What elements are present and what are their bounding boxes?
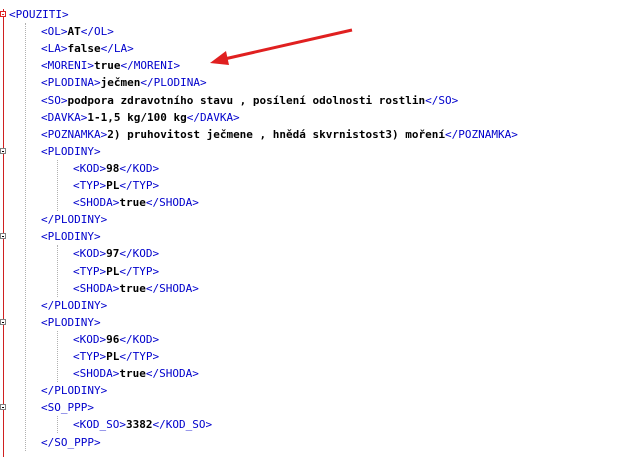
xml-value: PL <box>106 264 120 278</box>
xml-open-tag: <PLODINY> <box>41 230 101 244</box>
xml-close-tag: </SHODA> <box>145 281 199 295</box>
fold-toggle-icon[interactable] <box>0 318 6 325</box>
xml-line[interactable]: </PLODINY> <box>41 211 107 228</box>
indent-guide <box>57 330 58 383</box>
fold-toggle-icon[interactable] <box>0 233 6 240</box>
xml-close-tag: </TYP> <box>119 350 160 363</box>
xml-open-tag: <KOD_SO> <box>73 418 126 432</box>
xml-close-tag: </POZNAMKA> <box>445 127 518 141</box>
xml-open-tag: </PLODINY> <box>41 384 108 398</box>
xml-value: true <box>119 196 146 210</box>
xml-open-tag: <PLODINY> <box>41 144 101 158</box>
xml-open-tag: <KOD> <box>73 161 107 175</box>
xml-line[interactable]: <SO>podpora zdravotního stavu , posílení… <box>41 92 458 109</box>
xml-line[interactable]: <PLODINA>ječmen</PLODINA> <box>41 74 207 91</box>
xml-value: 98 <box>106 161 120 175</box>
xml-value: 3382 <box>125 418 153 432</box>
xml-open-tag: <PLODINA> <box>41 76 101 90</box>
xml-line[interactable]: </SO_PPP> <box>41 434 101 451</box>
xml-line[interactable]: <KOD>96</KOD> <box>73 331 159 348</box>
xml-open-tag: <MORENI> <box>41 59 94 73</box>
xml-close-tag: </SHODA> <box>145 196 199 210</box>
xml-value: PL <box>106 179 120 192</box>
xml-close-tag: </LA> <box>100 42 134 56</box>
xml-line[interactable]: <SHODA>true</SHODA> <box>73 194 199 211</box>
xml-value: true <box>119 281 146 295</box>
xml-value: PL <box>106 350 120 363</box>
xml-open-tag: <LA> <box>41 42 68 56</box>
xml-line[interactable]: <TYP>PL</TYP> <box>73 263 159 280</box>
fold-toggle-icon[interactable] <box>0 147 6 154</box>
xml-value: 2) pruhovitost ječmene , hnědá skvrnisto… <box>107 127 445 141</box>
editor-gutter <box>0 0 7 457</box>
indent-guide <box>57 245 58 297</box>
xml-open-tag: <SHODA> <box>73 281 120 295</box>
xml-line[interactable]: <TYP>PL</TYP> <box>73 348 159 365</box>
xml-close-tag: </OL> <box>80 25 114 39</box>
xml-line[interactable]: <PLODINY> <box>41 314 101 331</box>
xml-open-tag: </PLODINY> <box>41 213 108 227</box>
xml-line[interactable]: <PLODINY> <box>41 143 101 160</box>
xml-line[interactable]: </PLODINY> <box>41 382 107 399</box>
xml-close-tag: </TYP> <box>119 179 160 192</box>
xml-open-tag: <POZNAMKA> <box>41 127 108 141</box>
xml-value: false <box>67 42 101 56</box>
xml-open-tag: <SHODA> <box>73 196 120 210</box>
xml-close-tag: </TYP> <box>119 264 160 278</box>
indent-guide <box>25 23 26 451</box>
xml-value: AT <box>67 25 81 39</box>
xml-open-tag: <DAVKA> <box>41 110 88 124</box>
xml-close-tag: </KOD_SO> <box>152 418 213 432</box>
xml-close-tag: </SO> <box>425 93 459 107</box>
xml-open-tag: <SHODA> <box>73 367 120 381</box>
xml-open-tag: <KOD> <box>73 332 107 346</box>
xml-line[interactable]: <SHODA>true</SHODA> <box>73 365 199 382</box>
xml-line[interactable]: <KOD>97</KOD> <box>73 245 159 262</box>
xml-value: 97 <box>106 247 120 261</box>
xml-value: 1-1,5 kg/100 kg <box>87 110 187 124</box>
xml-open-tag: <TYP> <box>73 350 107 363</box>
xml-line[interactable]: <KOD>98</KOD> <box>73 160 159 177</box>
xml-value: ječmen <box>100 76 141 90</box>
xml-value: 96 <box>106 332 120 346</box>
xml-line[interactable]: <SHODA>true</SHODA> <box>73 280 199 297</box>
xml-open-tag: </SO_PPP> <box>41 435 101 449</box>
xml-line[interactable]: <DAVKA>1-1,5 kg/100 kg</DAVKA> <box>41 109 240 126</box>
fold-toggle-icon[interactable] <box>0 11 6 17</box>
xml-open-tag: <PLODINY> <box>41 315 101 329</box>
xml-value: true <box>93 59 121 73</box>
xml-line[interactable]: <LA>false</LA> <box>41 40 134 57</box>
indent-guide <box>57 159 58 212</box>
xml-close-tag: </MORENI> <box>120 59 181 73</box>
xml-close-tag: </KOD> <box>119 247 160 261</box>
annotation-arrow <box>210 28 353 65</box>
xml-open-tag: <KOD> <box>73 247 107 261</box>
xml-value: true <box>119 367 146 381</box>
xml-line[interactable]: <KOD_SO>3382</KOD_SO> <box>73 416 212 433</box>
xml-line[interactable]: <POUZITI> <box>9 6 69 23</box>
xml-value: podpora zdravotního stavu , posílení odo… <box>67 93 426 107</box>
xml-close-tag: </KOD> <box>119 332 160 346</box>
xml-close-tag: </DAVKA> <box>186 110 240 124</box>
xml-open-tag: <TYP> <box>73 264 107 278</box>
xml-open-tag: <SO_PPP> <box>41 401 94 415</box>
xml-line[interactable]: <TYP>PL</TYP> <box>73 177 159 194</box>
xml-line[interactable]: </PLODINY> <box>41 297 107 314</box>
xml-line[interactable]: <PLODINY> <box>41 228 101 245</box>
fold-toggle-icon[interactable] <box>0 404 6 411</box>
xml-line[interactable]: <SO_PPP> <box>41 399 94 416</box>
xml-open-tag: <TYP> <box>73 179 107 192</box>
xml-line[interactable]: <POZNAMKA>2) pruhovitost ječmene , hnědá… <box>41 126 518 143</box>
indent-guide <box>57 416 58 434</box>
xml-line[interactable]: <OL>AT</OL> <box>41 23 114 40</box>
xml-close-tag: </KOD> <box>119 161 160 175</box>
xml-open-tag: <OL> <box>41 25 68 39</box>
xml-close-tag: </SHODA> <box>145 367 199 381</box>
xml-open-tag: </PLODINY> <box>41 298 108 312</box>
xml-open-tag: <POUZITI> <box>9 8 69 21</box>
xml-close-tag: </PLODINA> <box>140 76 207 90</box>
xml-line[interactable]: <MORENI>true</MORENI> <box>41 57 180 74</box>
xml-open-tag: <SO> <box>41 93 68 107</box>
